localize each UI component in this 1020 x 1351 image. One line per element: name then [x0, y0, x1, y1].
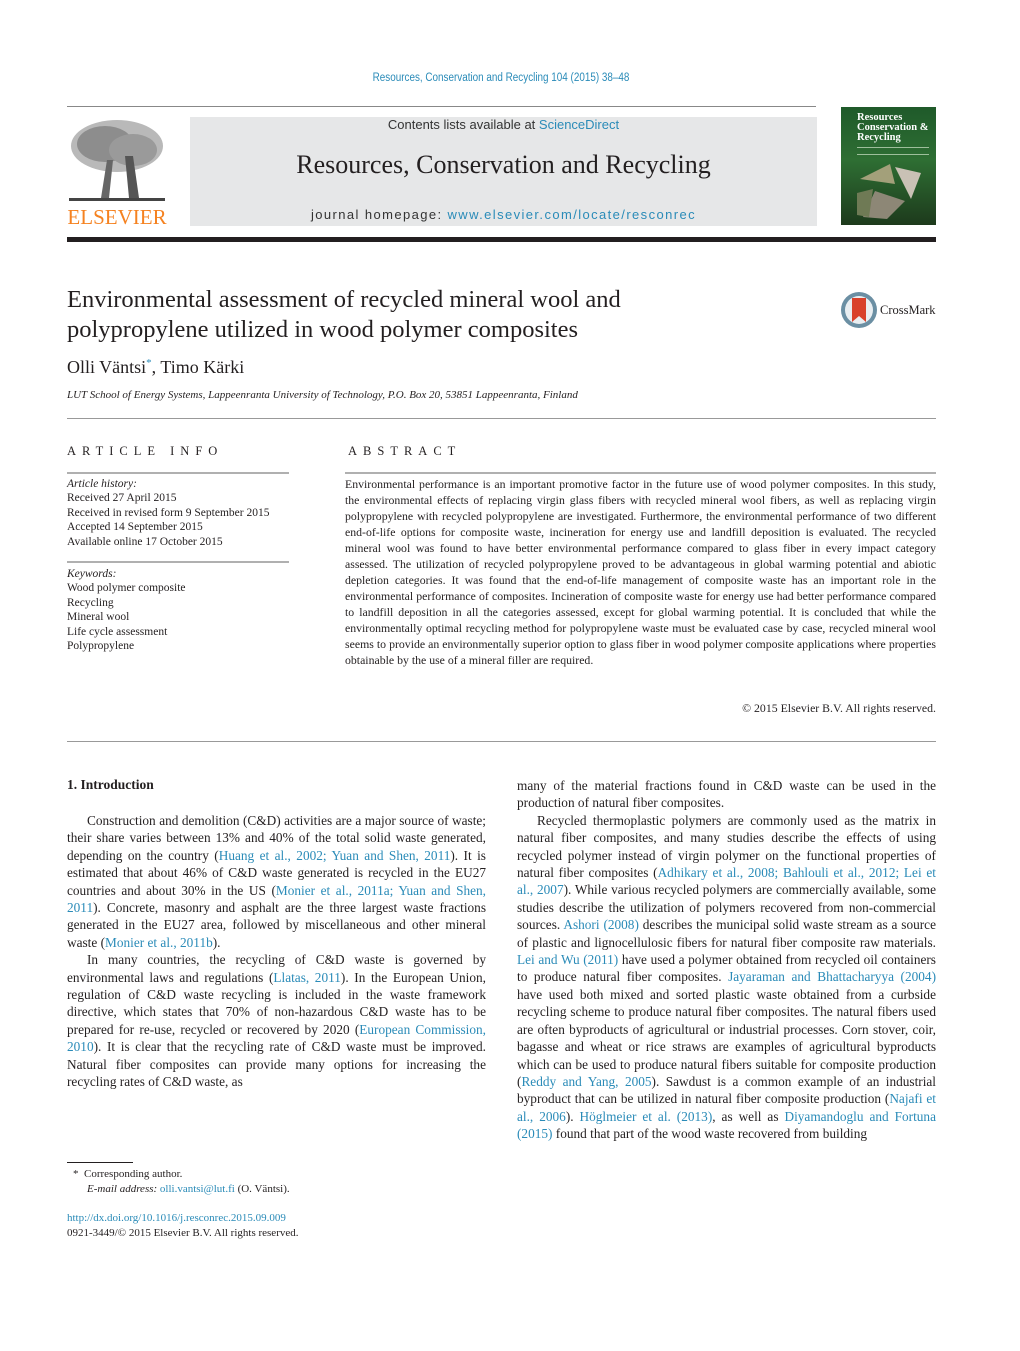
citation-link[interactable]: Jayaraman and Bhattacharyya (2004): [728, 969, 936, 984]
elsevier-logo[interactable]: ELSEVIER: [67, 116, 167, 229]
author-list: Olli Väntsi*, Timo Kärki: [67, 357, 245, 377]
keyword: Wood polymer composite: [67, 582, 186, 595]
homepage-prefix: journal homepage:: [311, 207, 448, 222]
sciencedirect-link[interactable]: ScienceDirect: [539, 117, 619, 132]
footnote-corresponding: * Corresponding author. E-mail address: …: [73, 1168, 290, 1195]
author-name[interactable]: Olli Väntsi: [67, 357, 146, 377]
text-run: ).: [565, 1108, 580, 1124]
history-item: Received 27 April 2015: [67, 492, 177, 505]
cover-subtitle: [857, 147, 929, 155]
abstract-rule: [345, 472, 936, 474]
abstract-copyright: © 2015 Elsevier B.V. All rights reserved…: [742, 701, 936, 715]
author-name[interactable]: Timo Kärki: [160, 357, 244, 377]
citation-link[interactable]: Huang et al., 2002; Yuan and Shen, 2011: [219, 848, 451, 863]
article-title: Environmental assessment of recycled min…: [67, 286, 621, 343]
elsevier-wordmark: ELSEVIER: [67, 205, 166, 228]
paragraph: many of the material fractions found in …: [517, 778, 936, 811]
recycling-arrows-icon: [857, 164, 921, 219]
article-info-rule: [67, 472, 289, 474]
citation-link[interactable]: Höglmeier et al. (2013): [580, 1109, 713, 1124]
header-top-rule: [67, 106, 816, 107]
keywords-rule: [67, 561, 289, 563]
keyword: Polypropylene: [67, 640, 135, 653]
journal-title: Resources, Conservation and Recycling: [296, 150, 711, 179]
footnote-rule: [67, 1162, 133, 1163]
keywords: Keywords: Wood polymer composite Recycli…: [67, 567, 289, 653]
affiliation: LUT School of Energy Systems, Lappeenran…: [67, 389, 578, 401]
elsevier-tree-icon: ELSEVIER: [67, 116, 167, 229]
paragraph: Construction and demolition (C&D) activi…: [67, 812, 486, 951]
abstract-divider: [67, 741, 936, 742]
text-run: found that part of the wood waste recove…: [552, 1126, 868, 1142]
history-item: Accepted 14 September 2015: [67, 521, 203, 534]
journal-homepage: journal homepage: www.elsevier.com/locat…: [190, 207, 817, 222]
text-run: , as well as: [712, 1108, 785, 1124]
history-item: Available online 17 October 2015: [67, 535, 223, 548]
journal-cover-image[interactable]: Resources Conservation & Recycling: [841, 107, 936, 225]
header-bottom-rule: [67, 237, 936, 242]
citation-link[interactable]: Reddy and Yang, 2005: [521, 1074, 651, 1089]
keyword: Recycling: [67, 596, 114, 609]
keyword: Mineral wool: [67, 611, 130, 624]
left-column: Construction and demolition (C&D) activi…: [67, 812, 486, 1091]
crossmark-label: CrossMark: [880, 303, 936, 317]
title-divider: [67, 418, 936, 419]
article-history: Article history: Received 27 April 2015 …: [67, 477, 289, 549]
doi-link[interactable]: http://dx.doi.org/10.1016/j.resconrec.20…: [67, 1211, 299, 1226]
section-heading-introduction: 1. Introduction: [67, 777, 154, 792]
contents-line: Contents lists available at ScienceDirec…: [190, 117, 817, 132]
keyword: Life cycle assessment: [67, 625, 168, 638]
right-column: many of the material fractions found in …: [517, 777, 936, 1143]
paragraph: In many countries, the recycling of C&D …: [67, 951, 486, 1090]
citation-link[interactable]: Lei and Wu (2011): [517, 952, 618, 967]
article-info-heading: ARTICLE INFO: [67, 444, 224, 458]
journal-reference[interactable]: Resources, Conservation and Recycling 10…: [70, 72, 932, 84]
homepage-link[interactable]: www.elsevier.com/locate/resconrec: [448, 207, 697, 222]
issn-copyright: 0921-3449/© 2015 Elsevier B.V. All right…: [67, 1226, 299, 1239]
paragraph: Recycled thermoplastic polymers are comm…: [517, 812, 936, 1143]
history-item: Received in revised form 9 September 201…: [67, 506, 270, 519]
cover-title: Resources Conservation & Recycling: [857, 112, 929, 143]
footnote-doi-block: http://dx.doi.org/10.1016/j.resconrec.20…: [67, 1211, 299, 1240]
email-link[interactable]: olli.vantsi@lut.fi: [160, 1183, 235, 1195]
citation-link[interactable]: Monier et al., 2011b: [105, 935, 213, 950]
text-run: ). It is clear that the recycling rate o…: [67, 1039, 486, 1090]
crossmark-icon: [841, 292, 877, 328]
abstract-heading: ABSTRACT: [348, 444, 462, 458]
contents-prefix: Contents lists available at: [387, 117, 539, 132]
abstract-text: Environmental performance is an importan…: [345, 477, 936, 667]
citation-link[interactable]: Llatas, 2011: [273, 970, 341, 985]
text-run: ).: [212, 934, 221, 950]
citation-link[interactable]: Ashori (2008): [563, 917, 639, 932]
crossmark-button[interactable]: CrossMark: [840, 291, 936, 331]
